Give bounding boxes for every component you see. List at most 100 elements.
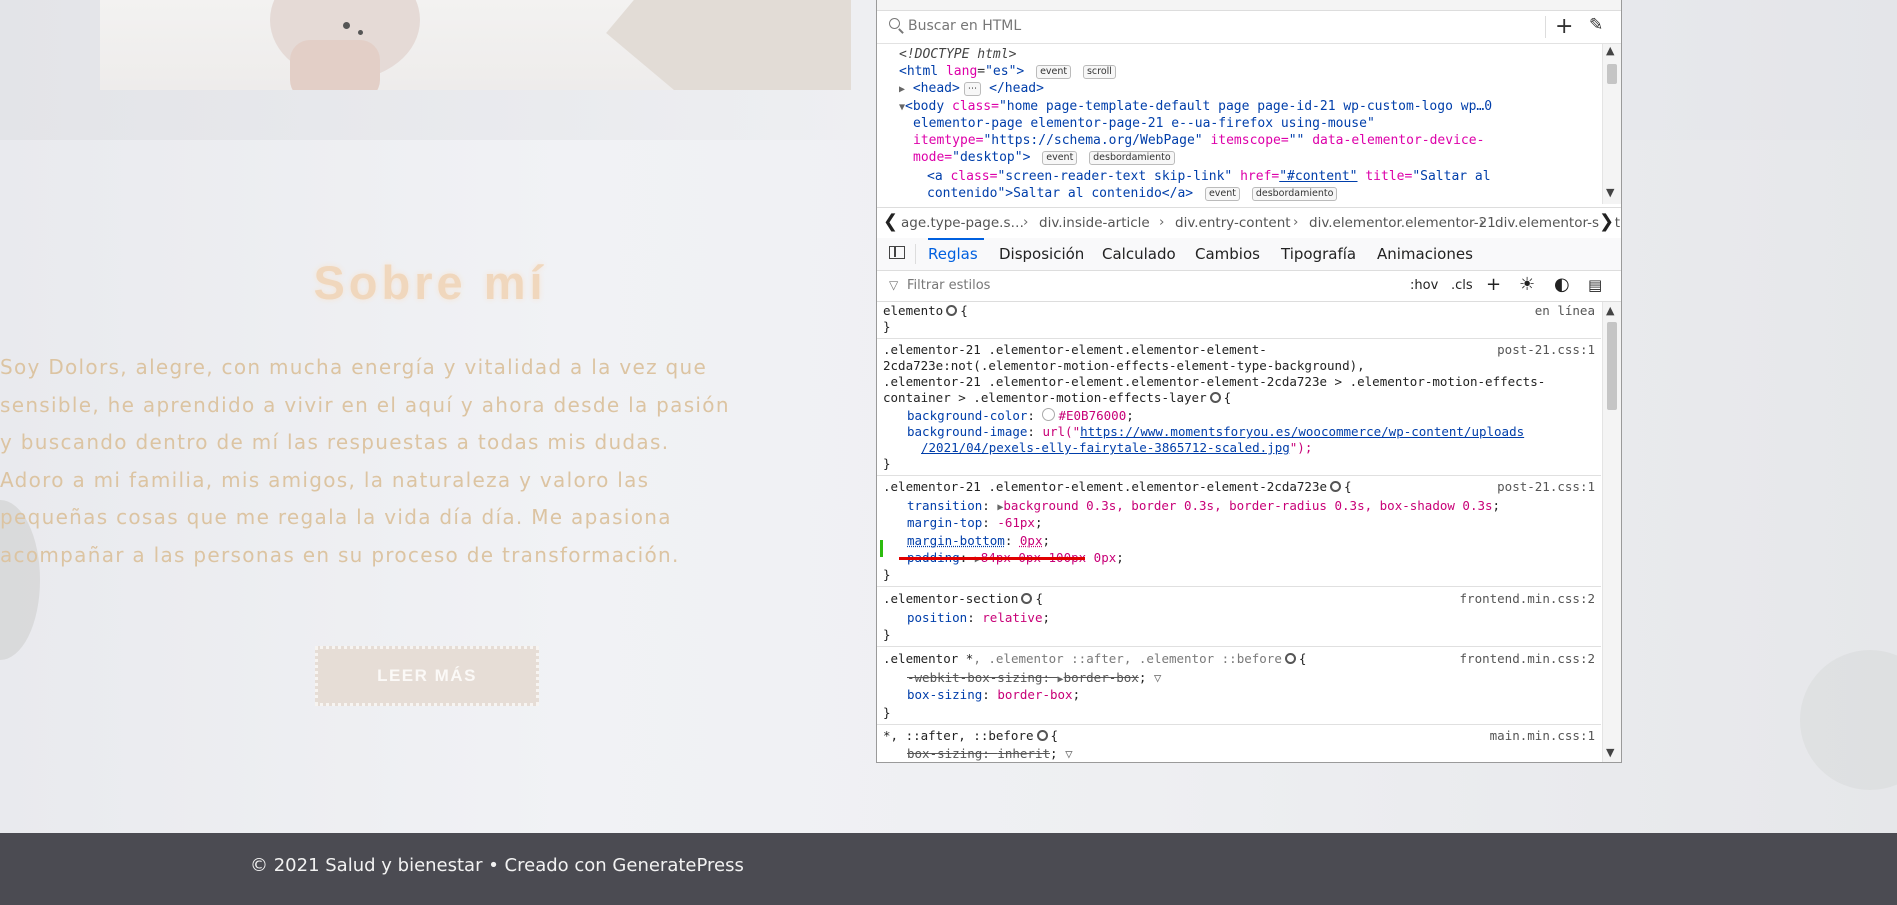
html-search-input[interactable]: Buscar en HTML	[908, 18, 1021, 34]
about-paragraph: Soy Dolors, alegre, con mucha energía y …	[0, 349, 870, 574]
scroll-up-icon[interactable]: ▲	[1606, 304, 1614, 317]
add-rule-icon[interactable]: +	[1486, 274, 1501, 295]
rule-divider	[877, 646, 1601, 647]
gear-icon[interactable]	[1284, 653, 1296, 664]
tab-reglas[interactable]: Reglas	[928, 245, 978, 263]
toggle-sidebar-icon[interactable]	[889, 246, 905, 259]
declaration-margin-top[interactable]: margin-top: -61px;	[907, 515, 1043, 532]
tree-row-html[interactable]: <html lang="es"> event scroll	[899, 63, 1116, 81]
tree-scrollbar[interactable]: ▲ ▼	[1602, 44, 1621, 204]
declaration-transition[interactable]: transition: ▶background 0.3s, border 0.3…	[907, 498, 1500, 517]
add-node-icon[interactable]: +	[1555, 14, 1573, 39]
rule-divider	[877, 475, 1601, 476]
expand-triangle-icon[interactable]: ▶	[899, 84, 905, 95]
divider	[1545, 16, 1546, 38]
rule-source[interactable]: frontend.min.css:2	[1460, 591, 1595, 608]
tree-row-a-cont: contenido">Saltar al contenido</a> event…	[927, 185, 1338, 203]
paper-shape	[606, 0, 851, 90]
breadcrumb-next-icon[interactable]: ❯	[1599, 211, 1615, 232]
breadcrumb-item[interactable]: age.type-page.s…	[901, 215, 1024, 231]
gear-icon[interactable]	[1209, 392, 1221, 403]
tree-row-body[interactable]: ▼<body class="home page-template-default…	[899, 98, 1492, 117]
filter-icon[interactable]: ▽	[1065, 746, 1073, 761]
rule-source[interactable]: post-21.css:1	[1497, 342, 1595, 359]
rule-selector[interactable]: .elementor-21 .elementor-element.element…	[883, 374, 1545, 391]
gear-icon[interactable]	[946, 305, 958, 316]
rules-scrollbar[interactable]: ▲ ▼	[1602, 302, 1621, 762]
tree-row-doctype[interactable]: <!DOCTYPE html>	[899, 46, 1016, 64]
scroll-up-icon[interactable]: ▲	[1606, 44, 1614, 57]
tab-animaciones[interactable]: Animaciones	[1377, 245, 1473, 263]
declaration-position[interactable]: position: relative;	[907, 610, 1050, 627]
scroll-down-icon[interactable]: ▼	[1606, 186, 1614, 199]
sleeve-shape	[290, 40, 380, 90]
rule-selector[interactable]: .elementor *, .elementor ::after, .eleme…	[883, 651, 1306, 668]
event-badge[interactable]: event	[1204, 187, 1240, 201]
declaration-webkit-box-sizing[interactable]: -webkit-box-sizing: ▶border-box; ▽	[907, 670, 1161, 689]
print-media-icon[interactable]: ▤	[1588, 276, 1602, 294]
rule-selector[interactable]: .elementor-21 .elementor-element.element…	[883, 342, 1267, 359]
breadcrumb-item[interactable]: div.inside-article	[1039, 215, 1150, 231]
breadcrumb-item[interactable]: div.elementor.elementor-21	[1309, 215, 1496, 231]
about-line: Adoro a mi familia, mis amigos, la natur…	[0, 467, 650, 492]
hover-state-button[interactable]: :hov	[1410, 278, 1438, 293]
class-toggle-button[interactable]: .cls	[1451, 278, 1473, 293]
rule-source[interactable]: frontend.min.css:2	[1460, 651, 1595, 668]
tab-cambios[interactable]: Cambios	[1195, 245, 1260, 263]
read-more-button[interactable]: LEER MÁS	[315, 646, 539, 706]
overflow-badge[interactable]: desbordamiento	[1251, 187, 1338, 201]
dark-scheme-icon[interactable]: ◐	[1554, 274, 1570, 295]
breadcrumb-prev-icon[interactable]: ❮	[883, 211, 898, 232]
gear-icon[interactable]	[1021, 593, 1033, 604]
scroll-thumb[interactable]	[1607, 322, 1617, 410]
rule-selector[interactable]: elemento{	[883, 303, 968, 320]
scroll-thumb[interactable]	[1607, 64, 1617, 84]
rule-divider	[877, 724, 1601, 725]
rule-selector[interactable]: .elementor-21 .elementor-element.element…	[883, 479, 1352, 496]
declaration-background-image-cont[interactable]: /2021/04/pexels-elly-fairytale-3865712-s…	[921, 440, 1312, 457]
rule-selector[interactable]: container > .elementor-motion-effects-la…	[883, 390, 1231, 407]
rule-selector[interactable]: .elementor-section{	[883, 591, 1043, 608]
eyedropper-icon[interactable]: ✎	[1589, 15, 1603, 35]
declaration-margin-bottom[interactable]: margin-bottom: 0px;	[907, 533, 1050, 550]
tab-tipografia[interactable]: Tipografía	[1281, 245, 1356, 263]
rule-divider	[877, 586, 1601, 587]
light-scheme-icon[interactable]: ☀	[1519, 274, 1535, 295]
overflow-badge[interactable]: desbordamiento	[1089, 151, 1175, 165]
ring-dot	[343, 22, 350, 29]
rule-source[interactable]: main.min.css:1	[1490, 728, 1595, 745]
collapsed-badge[interactable]: ⋯	[963, 82, 982, 96]
filter-styles-input[interactable]: Filtrar estilos	[907, 278, 990, 293]
filter-icon[interactable]: ▽	[1154, 670, 1162, 685]
declaration-box-sizing[interactable]: box-sizing: border-box;	[907, 687, 1080, 704]
footer-text: © 2021 Salud y bienestar • Creado con Ge…	[250, 855, 744, 876]
scroll-down-icon[interactable]: ▼	[1606, 746, 1614, 759]
tree-row-head[interactable]: ▶ <head> ⋯ </head>	[899, 80, 1044, 99]
about-line: pequeñas cosas que me regala la vida día…	[0, 505, 672, 529]
event-badge[interactable]: event	[1042, 151, 1078, 165]
tree-row-body-cont: itemtype="https://schema.org/WebPage" it…	[913, 133, 1485, 148]
rule-selector[interactable]: *, ::after, ::before{	[883, 728, 1058, 745]
scroll-badge[interactable]: scroll	[1082, 65, 1116, 79]
gear-icon[interactable]	[1036, 730, 1048, 741]
rule-source[interactable]: en línea	[1535, 303, 1595, 320]
tree-row-a[interactable]: <a class="screen-reader-text skip-link" …	[927, 168, 1491, 186]
rule-source[interactable]: post-21.css:1	[1497, 479, 1595, 496]
breadcrumb-separator-icon: ›	[1293, 214, 1299, 230]
red-annotation-underline	[899, 557, 1085, 560]
declaration-box-sizing[interactable]: box-sizing: inherit; ▽	[907, 746, 1073, 762]
breadcrumb-item[interactable]: div.entry-content	[1175, 215, 1291, 231]
breadcrumb: ❮ age.type-page.s… › div.inside-article …	[877, 207, 1621, 239]
declaration-background-color[interactable]: background-color: #E0B76000;	[907, 408, 1134, 425]
tab-disposicion[interactable]: Disposición	[999, 245, 1084, 263]
tab-calculado[interactable]: Calculado	[1102, 245, 1176, 263]
rule-divider	[877, 338, 1601, 339]
declaration-background-image[interactable]: background-image: url("https://www.momen…	[907, 424, 1524, 441]
html-search-bar: Buscar en HTML + ✎	[877, 11, 1621, 44]
event-badge[interactable]: event	[1036, 65, 1072, 79]
gear-icon[interactable]	[1330, 481, 1342, 492]
rule-close: }	[883, 627, 891, 642]
rule-selector[interactable]: 2cda723e:not(.elementor-motion-effects-e…	[883, 358, 1365, 375]
breadcrumb-separator-icon: ›	[1023, 214, 1029, 230]
color-swatch-icon[interactable]	[1042, 408, 1056, 421]
